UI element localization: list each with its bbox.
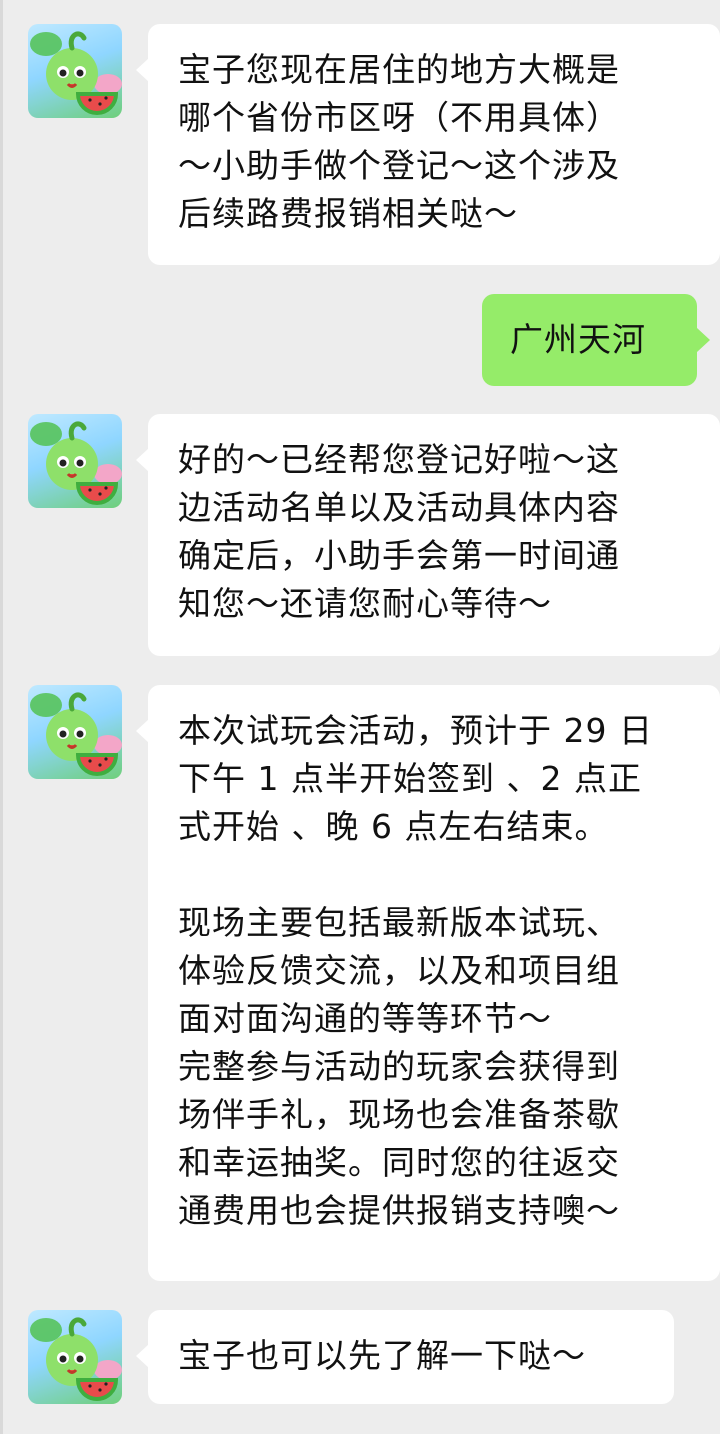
sprout-mascot-avatar-icon[interactable]	[28, 24, 122, 118]
sprout-mascot-avatar-icon[interactable]	[28, 1310, 122, 1404]
message-bubble-incoming[interactable]: 宝子您现在居住的地方大概是 哪个省份市区呀（不用具体） ～小助手做个登记～这个涉…	[136, 24, 720, 265]
avatar-illustration	[30, 1317, 122, 1401]
window-left-edge	[0, 0, 3, 1434]
sprout-mascot-avatar-icon[interactable]	[28, 685, 122, 779]
avatar-illustration	[30, 31, 122, 115]
sprout-mascot-avatar-icon[interactable]	[28, 414, 122, 508]
message-bubble-incoming[interactable]: 宝子也可以先了解一下哒～	[136, 1310, 674, 1404]
message-bubble-outgoing[interactable]: 广州天河	[482, 294, 710, 386]
message-bubble-incoming[interactable]: 本次试玩会活动，预计于 29 日 下午 1 点半开始签到 、2 点正 式开始 、…	[136, 685, 720, 1281]
avatar-illustration	[30, 692, 122, 776]
avatar-illustration	[30, 421, 122, 505]
message-bubble-incoming[interactable]: 好的～已经帮您登记好啦～这 边活动名单以及活动具体内容 确定后，小助手会第一时间…	[136, 414, 720, 656]
